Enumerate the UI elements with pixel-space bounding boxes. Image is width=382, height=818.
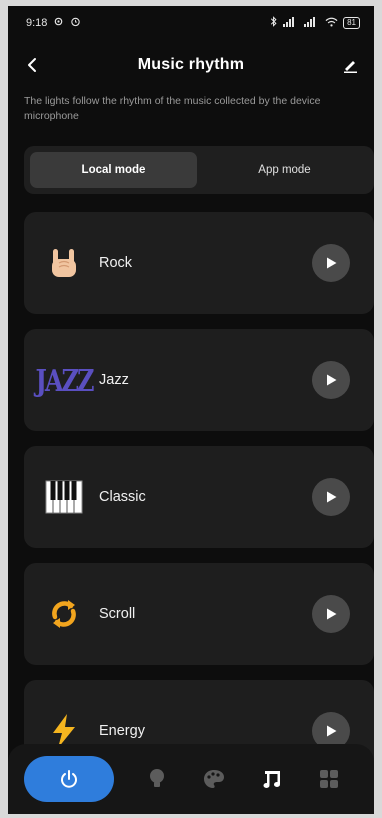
bulb-icon: [149, 769, 164, 787]
mode-switch: Local mode App mode: [24, 146, 374, 194]
play-icon: [327, 374, 337, 386]
rhythm-label: Energy: [99, 723, 145, 739]
play-icon: [327, 608, 337, 620]
bluetooth-icon: [270, 16, 278, 30]
play-icon: [327, 257, 337, 269]
wifi-icon: [325, 17, 338, 30]
battery-indicator: 81: [343, 17, 360, 29]
play-button[interactable]: [312, 595, 350, 633]
signal-icon: [283, 16, 299, 30]
play-icon: [327, 491, 337, 503]
chevron-left-icon: [28, 58, 36, 72]
settings-gear-icon: [53, 16, 64, 30]
status-time: 9:18: [26, 17, 48, 29]
jazz-logo-text: JAZZ: [35, 361, 95, 399]
rhythm-item-scroll[interactable]: Scroll: [24, 563, 374, 665]
page-title: Music rhythm: [137, 56, 245, 73]
rhythm-list: Rock JAZZ Jazz Classic Scroll Energy: [24, 212, 374, 797]
grid-icon: [320, 770, 339, 788]
nav-icons: [114, 764, 358, 794]
rhythm-label: Classic: [99, 489, 146, 505]
status-left: 9:18: [26, 16, 81, 30]
rhythm-item-classic[interactable]: Classic: [24, 446, 374, 548]
phone-screen: 9:18 81 Music rhythm The lights follow t…: [8, 6, 374, 814]
nav-palette-button[interactable]: [199, 764, 229, 794]
play-button[interactable]: [312, 244, 350, 282]
jazz-logo-icon: JAZZ: [36, 360, 95, 400]
play-button[interactable]: [312, 361, 350, 399]
rock-hand-icon: [44, 243, 84, 283]
alarm-icon: [70, 16, 81, 30]
tab-app-mode[interactable]: App mode: [201, 152, 368, 188]
piano-keys-icon: [44, 477, 84, 517]
nav-bulb-button[interactable]: [142, 764, 172, 794]
description-text: The lights follow the rhythm of the musi…: [24, 95, 321, 122]
rhythm-item-jazz[interactable]: JAZZ Jazz: [24, 329, 374, 431]
tab-local-mode[interactable]: Local mode: [30, 152, 197, 188]
music-icon: [263, 771, 280, 788]
rhythm-label: Rock: [99, 255, 133, 271]
power-button[interactable]: [24, 756, 114, 802]
status-right: 81: [270, 16, 360, 30]
power-icon: [61, 770, 77, 788]
nav-music-button[interactable]: [257, 764, 287, 794]
bottom-nav: [8, 744, 374, 814]
rhythm-label: Scroll: [99, 606, 136, 622]
rhythm-label: Jazz: [99, 372, 129, 388]
header: Music rhythm: [8, 48, 374, 82]
status-bar: 9:18 81: [8, 6, 374, 40]
signal-icon-2: [304, 16, 320, 30]
nav-grid-button[interactable]: [314, 764, 344, 794]
edit-button[interactable]: [338, 53, 362, 77]
play-icon: [327, 725, 337, 737]
pencil-icon: [344, 61, 357, 73]
rhythm-item-rock[interactable]: Rock: [24, 212, 374, 314]
scroll-arrows-icon: [44, 594, 84, 634]
palette-icon: [204, 770, 225, 788]
back-button[interactable]: [20, 53, 44, 77]
play-button[interactable]: [312, 478, 350, 516]
